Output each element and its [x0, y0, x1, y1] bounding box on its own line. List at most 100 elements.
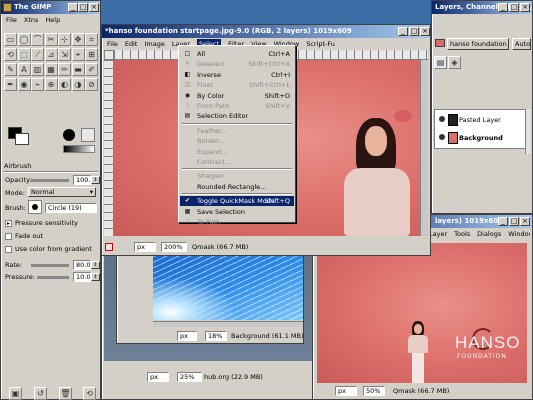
menu-item-by-color[interactable]: ◉ By Color Shift+O [180, 91, 294, 101]
close-button[interactable]: × [420, 27, 430, 36]
tool-button-icon[interactable]: ⌒ [31, 33, 44, 46]
pressure-input[interactable]: 10.0 [73, 272, 91, 282]
save-options-icon[interactable]: ▣ [9, 387, 22, 400]
image2-menu-tools[interactable]: Tools [454, 229, 470, 239]
tool-button-icon[interactable]: ⟲ [4, 48, 17, 61]
tool-button-icon[interactable]: A [17, 63, 31, 76]
fade-out-checkbox[interactable]: Fade out [5, 232, 43, 240]
ruler-corner[interactable] [104, 50, 114, 60]
opacity-spin[interactable]: ⇕ [91, 176, 100, 184]
main-menu-file[interactable]: File [107, 39, 118, 49]
horizontal-scrollbar-3[interactable] [153, 321, 303, 327]
tool-button-icon[interactable]: ⌖ [71, 48, 85, 61]
image-canvas-2[interactable]: HANSO FOUNDATION [317, 243, 527, 383]
tool-button-icon[interactable]: ⌁ [31, 78, 44, 91]
image-selector[interactable]: hanso foundation startpage.jpg-9 [447, 38, 509, 50]
pressure-slider[interactable] [37, 276, 69, 279]
main-menu-script-fu[interactable]: Script-Fu [306, 39, 335, 49]
zoom-select[interactable]: 200% [161, 242, 187, 252]
tool-button-icon[interactable]: ✥ [71, 33, 85, 46]
opacity-input[interactable]: 100.0 [73, 175, 91, 185]
restore-options-icon[interactable]: ↺ [34, 387, 47, 400]
brush-preview[interactable] [63, 129, 75, 141]
toolbox-menu-file[interactable]: File [6, 15, 17, 25]
opacity-slider[interactable] [31, 179, 69, 182]
unit-select-4[interactable]: px [147, 372, 169, 382]
tool-button-icon[interactable]: ⇲ [58, 48, 71, 61]
vertical-ruler[interactable] [104, 60, 114, 236]
image2-menu-window[interactable]: Window [508, 229, 530, 239]
tool-button-icon[interactable]: ⬚ [17, 48, 31, 61]
tool-button-icon[interactable]: ⊿ [44, 48, 58, 61]
rate-input[interactable]: 80.0 [73, 260, 91, 270]
toolbox-menu-xtns[interactable]: Xtns [24, 15, 39, 25]
background-color-swatch[interactable] [15, 133, 29, 145]
rate-slider[interactable] [31, 264, 69, 267]
main-menu-edit[interactable]: Edit [125, 39, 138, 49]
layer-row[interactable]: Background [437, 130, 528, 146]
vertical-scrollbar[interactable] [420, 60, 428, 236]
tool-button-icon[interactable]: ⌗ [85, 33, 98, 46]
reset-options-icon[interactable]: ⟲ [83, 387, 96, 400]
gradient-preview[interactable] [63, 145, 95, 153]
main-menu-image[interactable]: Image [144, 39, 164, 49]
minimize-button[interactable]: _ [498, 217, 508, 226]
unit-select[interactable]: px [134, 242, 156, 252]
tool-button-icon[interactable]: ◉ [17, 78, 31, 91]
tool-button-icon[interactable]: ◑ [71, 78, 85, 91]
tool-button-icon[interactable]: ✐ [85, 63, 98, 76]
unit-select-3[interactable]: px [177, 331, 197, 341]
quickmask-toggle-icon[interactable] [105, 243, 113, 251]
tool-button-icon[interactable]: ◐ [58, 78, 71, 91]
tool-button-icon[interactable]: ◯ [17, 33, 31, 46]
menu-item-toggle-quickmask-mode[interactable]: ✔ Toggle QuickMask Mode Shift+Q [180, 196, 294, 207]
tool-button-icon[interactable]: ⊞ [85, 48, 98, 61]
eye-icon[interactable] [439, 134, 445, 140]
menu-item-selection-editor[interactable]: ▤ Selection Editor [180, 111, 294, 121]
zoom-select-4[interactable]: 25% [177, 372, 202, 382]
minimize-button[interactable]: _ [398, 27, 408, 36]
tool-button-icon[interactable]: ▭ [4, 33, 17, 46]
unit-select-2[interactable]: px [335, 386, 357, 396]
pressure-spin[interactable]: ⇕ [91, 273, 100, 281]
mode-select[interactable]: Normal ▾ [28, 187, 96, 197]
maximize-button[interactable]: □ [409, 27, 419, 36]
minimize-button[interactable]: _ [498, 3, 508, 12]
tool-button-icon[interactable]: ⊕ [44, 78, 58, 91]
pressure-sensitivity-toggle[interactable]: ▸ Pressure sensitivity [5, 219, 78, 227]
tool-button-icon[interactable]: ⊹ [58, 33, 71, 46]
delete-options-icon[interactable]: 🗑 [59, 387, 72, 400]
tool-button-icon[interactable]: ▦ [44, 63, 58, 76]
menu-item-inverse[interactable]: ◧ Inverse Ctrl+I [180, 70, 294, 80]
tool-button-icon[interactable]: ▥ [31, 63, 44, 76]
auto-button[interactable]: Auto [512, 38, 531, 50]
rate-spin[interactable]: ⇕ [91, 261, 100, 269]
maximize-button[interactable]: □ [509, 217, 519, 226]
pattern-preview[interactable] [81, 128, 95, 142]
menu-item-all[interactable]: □ All Ctrl+A [180, 49, 294, 59]
minimize-button[interactable]: _ [68, 3, 78, 12]
layers-scrollbar[interactable] [525, 109, 531, 154]
maximize-button[interactable]: □ [509, 3, 519, 12]
tool-button-icon[interactable]: ✎ [4, 63, 17, 76]
tool-button-icon[interactable]: ✒ [4, 78, 17, 91]
maximize-button[interactable]: □ [78, 3, 88, 12]
menu-item-save-selection[interactable]: ▦ Save Selection [180, 207, 294, 217]
menu-item-rounded-rectangle[interactable]: Rounded Rectangle... [180, 182, 294, 192]
main-image-titlebar[interactable]: *hanso foundation startpage.jpg-9.0 (RGB… [102, 25, 430, 38]
zoom-select-3[interactable]: 18% [205, 331, 227, 341]
eye-icon[interactable] [439, 116, 445, 122]
tool-button-icon[interactable]: ⊘ [85, 78, 98, 91]
tool-button-icon[interactable]: ▬ [71, 63, 85, 76]
close-button[interactable]: × [520, 3, 530, 12]
use-gradient-checkbox[interactable]: Use color from gradient [5, 245, 92, 253]
brush-button[interactable] [28, 200, 42, 214]
channels-tab-icon[interactable]: ◈ [448, 56, 461, 69]
image2-menu-layer[interactable]: Layer [429, 229, 447, 239]
tool-button-icon[interactable]: ⟋ [31, 48, 44, 61]
layers-tab-icon[interactable]: ▤ [434, 56, 447, 69]
tool-button-icon[interactable]: ✏ [58, 63, 71, 76]
zoom-select-2[interactable]: 50% [363, 386, 385, 396]
toolbox-menu-help[interactable]: Help [45, 15, 60, 25]
close-button[interactable]: × [520, 217, 530, 226]
